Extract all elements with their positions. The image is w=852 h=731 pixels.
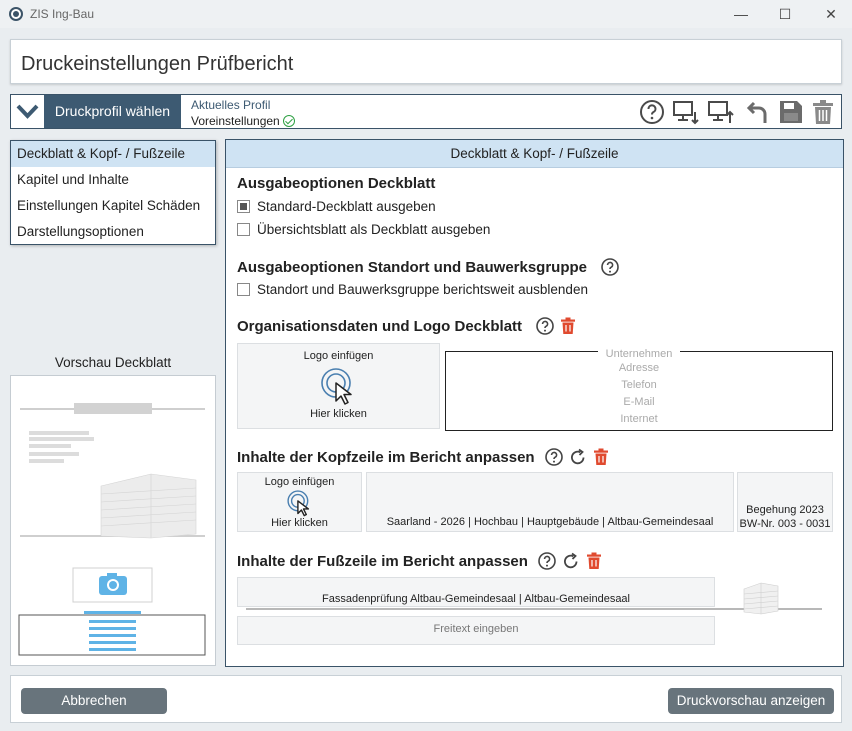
header-center-field[interactable]: Saarland - 2026 | Hochbau | Hauptgebäude…	[366, 472, 734, 532]
nav-item-damage-settings[interactable]: Einstellungen Kapitel Schäden	[11, 193, 215, 219]
reset-icon[interactable]	[561, 551, 581, 571]
header-right-line1: Begehung 2023	[746, 504, 824, 516]
monitor-upload-icon	[708, 101, 734, 123]
trash-icon[interactable]	[591, 447, 611, 467]
trash-icon[interactable]	[558, 316, 578, 336]
minimize-button[interactable]: —	[726, 3, 756, 25]
footer-building-graphic	[246, 582, 822, 615]
maximize-button[interactable]: ☐	[770, 3, 800, 25]
option-overview-cover[interactable]: Übersichtsblatt als Deckblatt ausgeben	[237, 222, 490, 237]
app-logo-icon	[9, 7, 23, 21]
import-profile-button[interactable]	[671, 97, 701, 127]
overview-cover-checkbox[interactable]	[237, 223, 250, 236]
app-title: ZIS Ing-Bau	[30, 7, 95, 21]
org-field-internet: Internet	[620, 413, 658, 425]
show-print-preview-button[interactable]: Druckvorschau anzeigen	[668, 688, 834, 714]
help-icon[interactable]	[600, 257, 620, 277]
check-icon	[282, 115, 295, 127]
option-hide-location[interactable]: Standort und Bauwerksgruppe berichtsweit…	[237, 282, 588, 297]
header-right-line2: BW-Nr. 003 - 0031	[739, 518, 831, 530]
chevron-down-icon	[16, 104, 39, 119]
header-logo-insert-label: Logo einfügen	[264, 476, 335, 488]
export-profile-button[interactable]	[706, 97, 736, 127]
dialog-footer: Abbrechen Druckvorschau anzeigen	[10, 675, 842, 723]
delete-profile-button[interactable]	[808, 97, 838, 127]
help-icon[interactable]	[535, 316, 555, 336]
org-field-company: Unternehmen	[446, 344, 832, 362]
cursor-click-icon	[320, 368, 352, 405]
org-data-box[interactable]: Unternehmen Adresse Telefon E-Mail Inter…	[445, 348, 833, 431]
title-bar: ZIS Ing-Bau — ☐ ✕	[0, 0, 852, 28]
standard-cover-label: Standard-Deckblatt ausgeben	[257, 199, 436, 214]
close-window-button[interactable]: ✕	[816, 3, 846, 25]
help-icon	[640, 100, 664, 124]
footer-freetext-input[interactable]: Freitext eingeben	[237, 616, 715, 645]
hide-location-checkbox[interactable]	[237, 283, 250, 296]
org-field-email: E-Mail	[623, 396, 655, 408]
monitor-download-icon	[673, 101, 699, 125]
standard-cover-checkbox[interactable]	[237, 200, 250, 213]
help-icon[interactable]	[544, 447, 564, 467]
current-profile-name: Voreinstellungen	[191, 114, 280, 128]
nav-item-cover-header-footer[interactable]: Deckblatt & Kopf- / Fußzeile	[11, 141, 215, 167]
current-profile-label: Aktuelles Profil	[191, 98, 271, 112]
preview-label: Vorschau Deckblatt	[54, 355, 172, 370]
footer-content-heading: Inhalte der Fußzeile im Bericht anpassen	[237, 553, 528, 570]
header-logo-click-label: Hier klicken	[271, 517, 328, 529]
profile-dropdown-toggle[interactable]	[11, 95, 44, 128]
cover-logo-insert-label: Logo einfügen	[303, 350, 374, 362]
settings-panel: Deckblatt & Kopf- / Fußzeile Ausgabeopti…	[225, 139, 844, 667]
reset-icon[interactable]	[568, 447, 588, 467]
org-field-address: Adresse	[618, 362, 660, 374]
cursor-click-icon	[286, 490, 309, 517]
nav-item-display-options[interactable]: Darstellungsoptionen	[11, 219, 215, 245]
panel-title: Deckblatt & Kopf- / Fußzeile	[226, 140, 843, 168]
location-options-heading: Ausgabeoptionen Standort und Bauwerksgru…	[237, 259, 588, 276]
hide-location-label: Standort und Bauwerksgruppe berichtsweit…	[257, 282, 588, 297]
overview-cover-label: Übersichtsblatt als Deckblatt ausgeben	[257, 222, 491, 237]
undo-icon	[746, 101, 767, 123]
trash-icon[interactable]	[584, 551, 604, 571]
help-button[interactable]	[637, 97, 667, 127]
footer-freetext-placeholder: Freitext eingeben	[433, 623, 519, 635]
undo-button[interactable]	[741, 97, 771, 127]
header-center-text: Saarland - 2026 | Hochbau | Hauptgebäude…	[386, 516, 714, 528]
current-profile-value: Voreinstellungen	[191, 113, 295, 128]
cover-logo-drop-zone[interactable]: Logo einfügen Hier klicken	[237, 343, 440, 429]
trash-icon	[813, 100, 833, 124]
help-icon[interactable]	[537, 551, 557, 571]
nav-item-chapters[interactable]: Kapitel und Inhalte	[11, 167, 215, 193]
cover-options-heading: Ausgabeoptionen Deckblatt	[237, 175, 436, 192]
option-standard-cover[interactable]: Standard-Deckblatt ausgeben	[237, 199, 436, 214]
cover-preview-graphic	[18, 403, 206, 656]
org-field-phone: Telefon	[621, 379, 657, 391]
cancel-button[interactable]: Abbrechen	[21, 688, 167, 714]
profile-bar: Druckprofil wählen Aktuelles Profil Vore…	[10, 94, 842, 129]
header-content-heading: Inhalte der Kopfzeile im Bericht anpasse…	[237, 449, 535, 466]
header-logo-drop-zone[interactable]: Logo einfügen Hier klicken	[237, 472, 362, 532]
cover-logo-click-label: Hier klicken	[310, 408, 367, 420]
page-title: Druckeinstellungen Prüfbericht	[21, 53, 294, 75]
save-profile-button[interactable]	[776, 97, 806, 127]
page-header: Druckeinstellungen Prüfbericht	[10, 39, 842, 84]
settings-nav: Deckblatt & Kopf- / Fußzeile Kapitel und…	[10, 140, 216, 245]
save-icon	[780, 101, 802, 123]
org-data-heading: Organisationsdaten und Logo Deckblatt	[237, 318, 523, 335]
header-right-field[interactable]: Begehung 2023 BW-Nr. 003 - 0031	[737, 472, 833, 532]
cover-preview	[10, 375, 216, 666]
select-print-profile-button[interactable]: Druckprofil wählen	[44, 95, 181, 128]
